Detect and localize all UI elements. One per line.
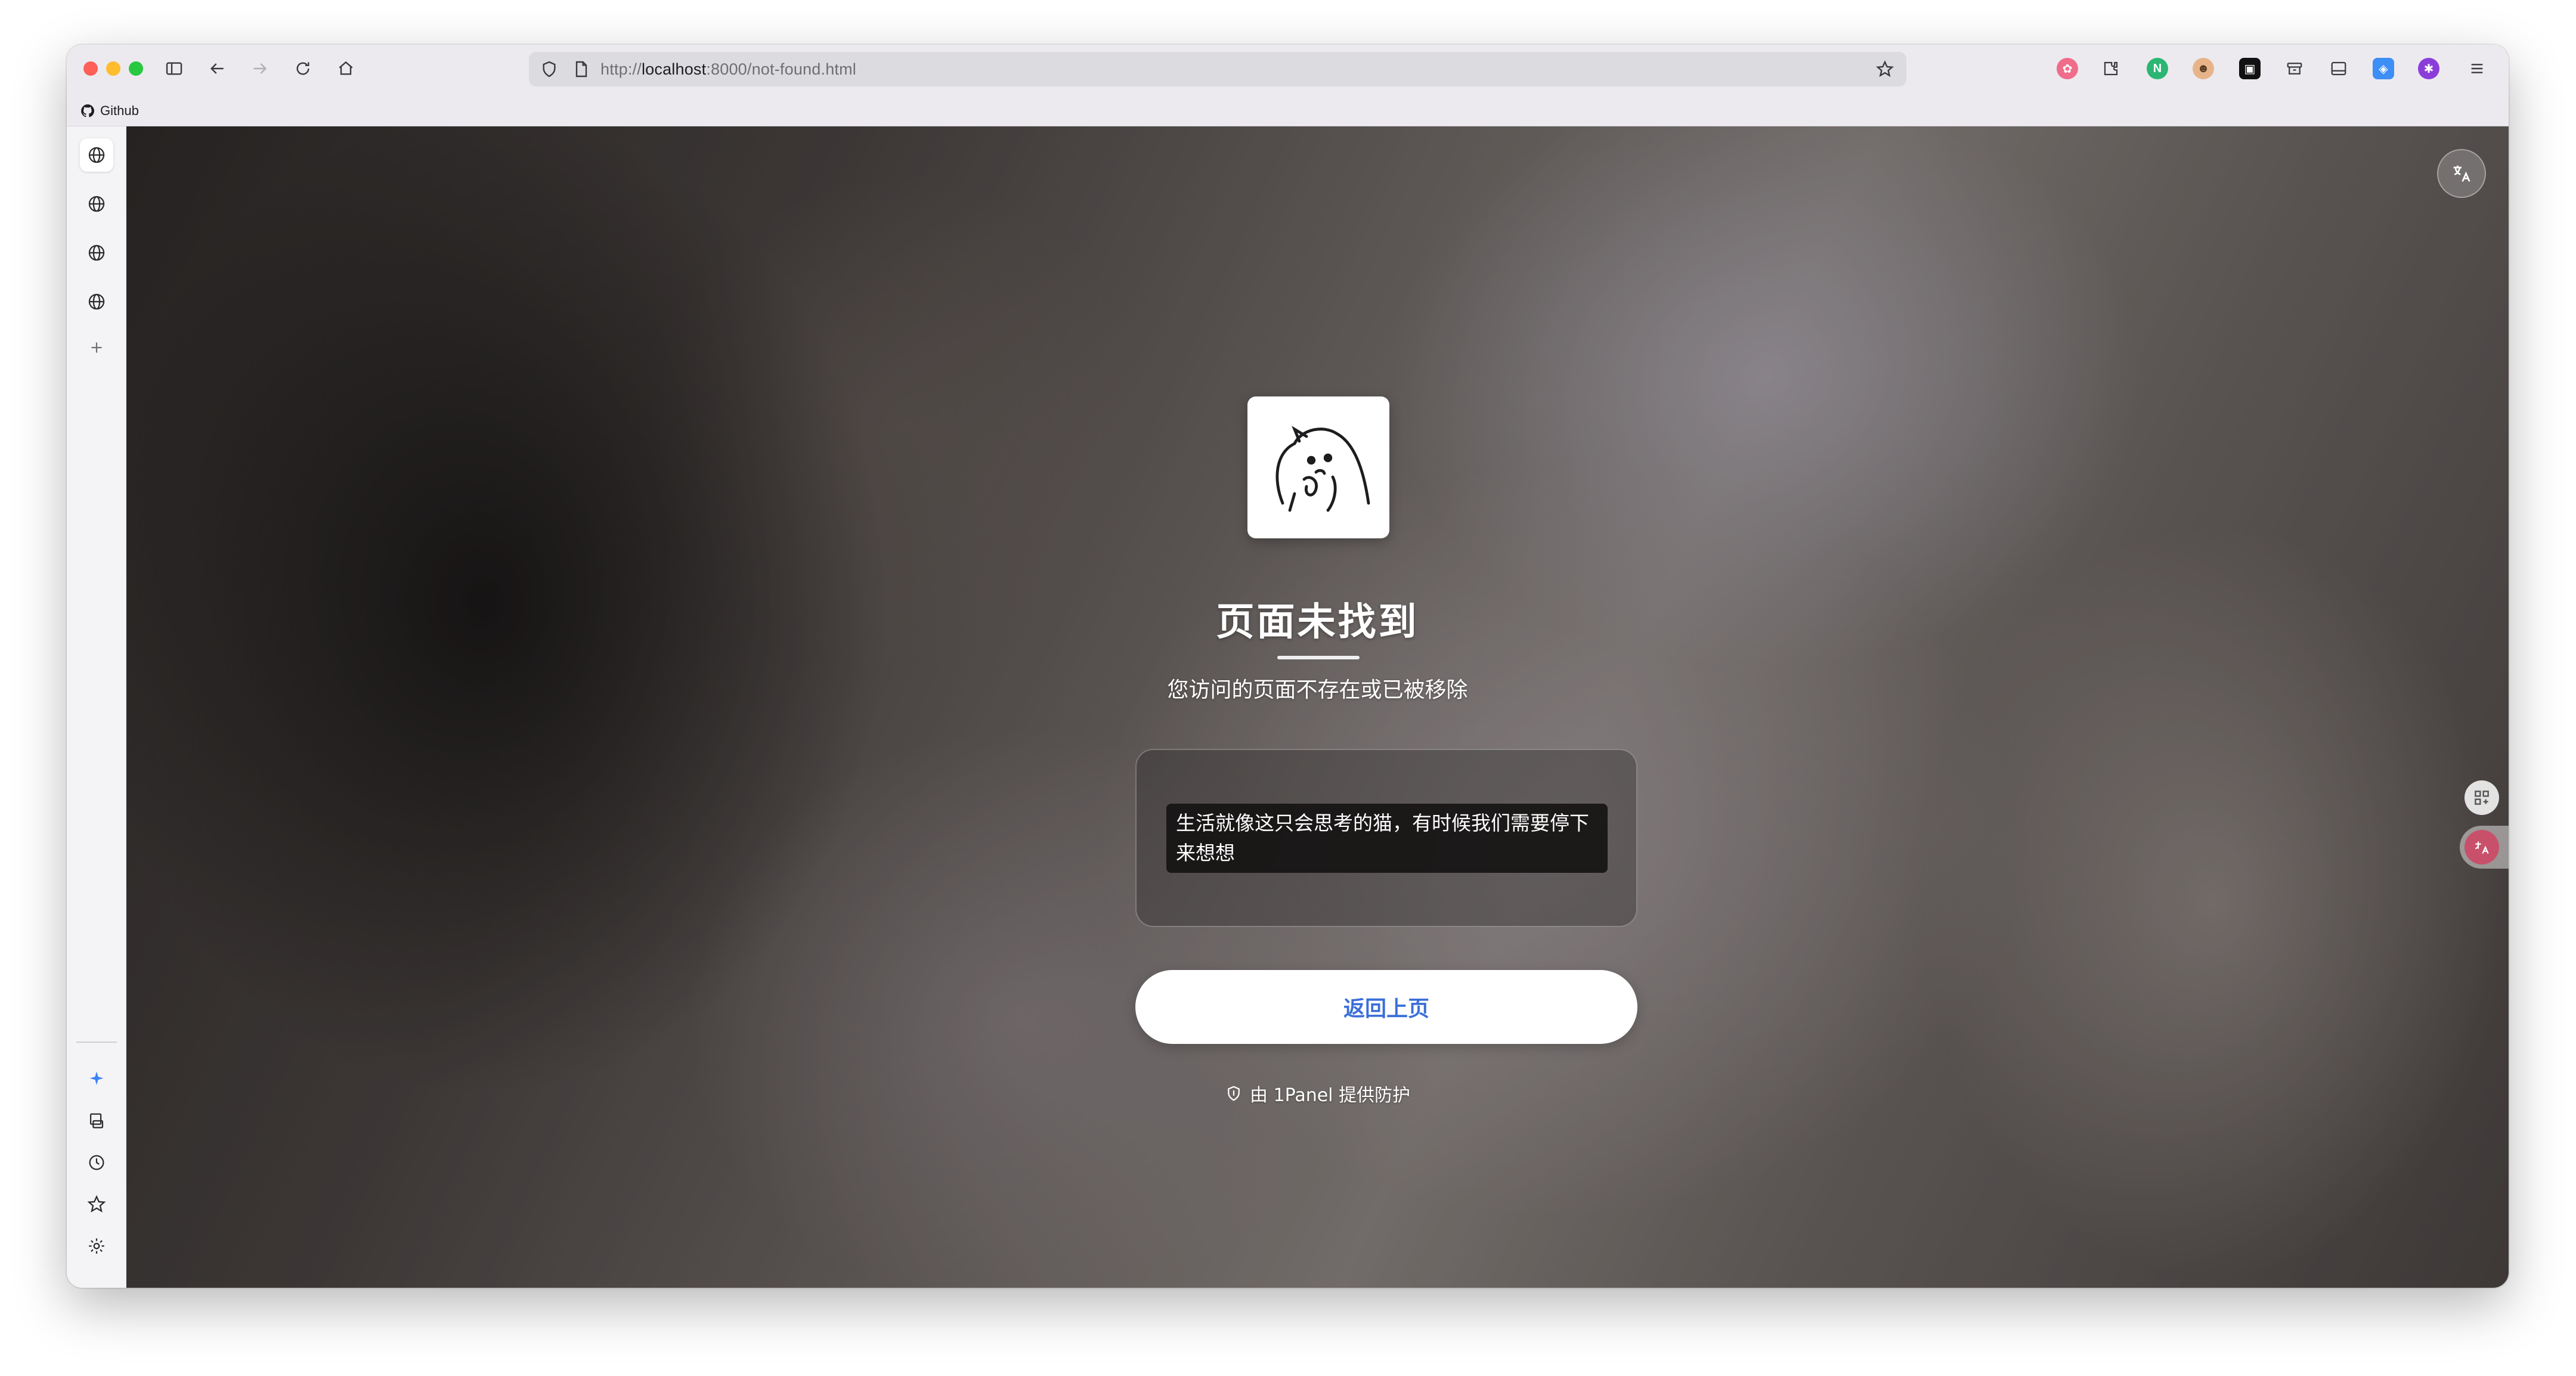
back-arrow-icon[interactable] (204, 55, 230, 82)
browser-toolbar: http://localhost:8000/not-found.html ✿ N… (67, 45, 2509, 95)
shield-icon (1228, 1086, 1240, 1101)
go-back-button[interactable]: 返回上页 (1135, 970, 1637, 1044)
forward-arrow-icon[interactable] (247, 55, 273, 82)
browser-window: http://localhost:8000/not-found.html ✿ N… (67, 45, 2509, 1288)
new-tab-plus-button[interactable] (80, 331, 113, 364)
url-host: localhost (641, 60, 707, 78)
ai-assistant-button[interactable] (80, 1062, 113, 1096)
sidebar-tab-4[interactable] (80, 285, 113, 318)
bookmarks-button[interactable] (80, 1188, 113, 1221)
sparkle-icon (89, 1071, 104, 1085)
not-found-panel: 页面未找到 您访问的页面不存在或已被移除 生活就像这只会思考的猫，有时候我们需要… (126, 126, 2509, 1288)
bookmarks-bar: Github (67, 95, 2509, 126)
globe-icon (88, 147, 105, 163)
extension-black-icon[interactable]: ▣ (2239, 58, 2261, 79)
sidebar-tab-1[interactable] (80, 138, 113, 172)
globe-icon (88, 293, 105, 310)
settings-button[interactable] (80, 1229, 113, 1263)
page-info-icon[interactable] (568, 56, 595, 82)
settings-icon (89, 1238, 104, 1254)
sidebar-tab-3[interactable] (80, 236, 113, 269)
globe-icon (88, 244, 105, 261)
page-subtitle: 您访问的页面不存在或已被移除 (1167, 678, 1468, 702)
sidebar-toggle-icon[interactable] (161, 55, 187, 82)
page-content: 页面未找到 您访问的页面不存在或已被移除 生活就像这只会思考的猫，有时候我们需要… (126, 126, 2509, 1288)
globe-icon (88, 196, 105, 212)
menu-icon[interactable] (2464, 55, 2490, 82)
history-button[interactable] (80, 1146, 113, 1179)
library-icon (89, 1113, 104, 1129)
sidebar-tab-2[interactable] (80, 187, 113, 221)
shield-icon[interactable] (536, 56, 562, 82)
zoom-window-button[interactable] (129, 61, 143, 76)
minimize-window-button[interactable] (106, 61, 120, 76)
sidebar-divider (76, 1042, 117, 1043)
title-underline (1277, 656, 1360, 659)
reload-icon[interactable] (290, 55, 316, 82)
history-icon (89, 1155, 104, 1170)
browser-sidebar (67, 126, 126, 1288)
bookmark-label: Github (100, 103, 139, 118)
extension-avatar-icon[interactable]: ☻ (2193, 58, 2214, 79)
protection-footer: 由 1Panel 提供防护 (126, 1080, 2509, 1107)
quote-card: 生活就像这只会思考的猫，有时候我们需要停下来想想 (1135, 749, 1637, 927)
url-text[interactable]: http://localhost:8000/not-found.html (600, 60, 856, 79)
quote-text: 生活就像这只会思考的猫，有时候我们需要停下来想想 (1166, 804, 1608, 873)
bookmark-star-icon[interactable] (1872, 56, 1898, 82)
footer-text: 由 1Panel 提供防护 (1249, 1085, 1411, 1106)
tab-overview-icon[interactable] (2328, 58, 2349, 79)
plus-icon (91, 342, 102, 353)
address-bar[interactable]: http://localhost:8000/not-found.html (529, 52, 1906, 86)
github-icon (81, 104, 94, 117)
bookmark-github[interactable]: Github (80, 101, 139, 120)
bookmark-star-icon (87, 1195, 106, 1213)
extension-flower-icon[interactable]: ✿ (2057, 58, 2078, 79)
extension-green-icon[interactable]: N (2147, 58, 2168, 79)
extensions-puzzle-icon[interactable] (2100, 58, 2122, 79)
home-icon[interactable] (333, 55, 359, 82)
page-title: 页面未找到 (1216, 600, 1419, 644)
archive-box-icon[interactable] (2284, 58, 2305, 79)
library-button[interactable] (80, 1104, 113, 1138)
close-window-button[interactable] (83, 61, 98, 76)
url-prefix: http:// (600, 60, 642, 78)
extension-purple-icon[interactable]: ✱ (2418, 58, 2439, 79)
url-rest: :8000/not-found.html (706, 60, 856, 78)
thinking-cat-image (1247, 396, 1389, 538)
cat-icon (1275, 426, 1370, 512)
extension-blue-icon[interactable]: ◈ (2373, 58, 2394, 79)
